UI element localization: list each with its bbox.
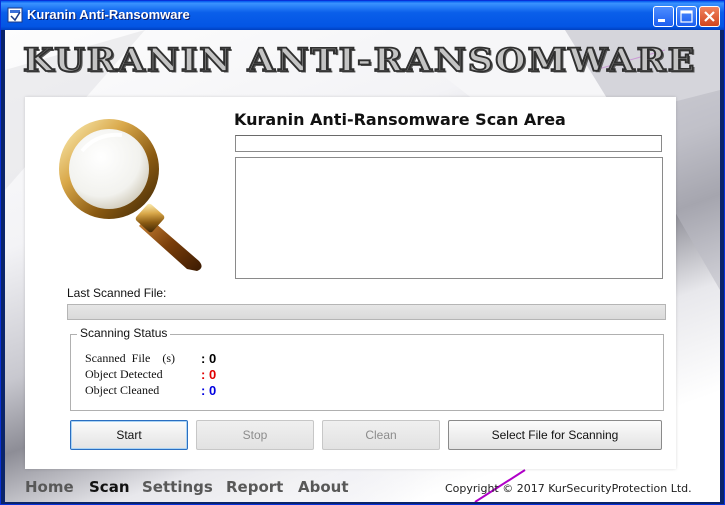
scan-panel: Kuranin Anti-Ransomware Scan Area Last S… — [25, 97, 676, 469]
app-window: Kuranin Anti-Ransomware KURANIN ANTI-RAN… — [0, 0, 725, 505]
nav-about[interactable]: About — [298, 478, 349, 496]
objects-detected-label: Object Detected — [85, 367, 163, 381]
scan-log-area[interactable] — [235, 157, 663, 279]
objects-cleaned-label: Object Cleaned — [85, 383, 160, 397]
magnifying-glass-icon — [47, 111, 207, 271]
minimize-icon — [658, 19, 665, 22]
last-scanned-label: Last Scanned File: — [67, 286, 167, 300]
nav-settings[interactable]: Settings — [142, 478, 213, 496]
start-button[interactable]: Start — [70, 420, 188, 450]
close-icon — [704, 11, 715, 22]
app-banner: KURANIN ANTI-RANSOMWARE — [22, 41, 697, 80]
select-file-button[interactable]: Select File for Scanning — [448, 420, 662, 450]
objects-detected-value: : 0 — [201, 367, 217, 382]
scanned-files-value: : 0 — [201, 351, 217, 366]
maximize-button[interactable] — [676, 6, 697, 27]
scan-area-title: Kuranin Anti-Ransomware Scan Area — [234, 110, 566, 129]
scanning-status-group: Scanning Status Scanned File (s) : 0 Obj… — [70, 326, 664, 411]
app-window-icon[interactable] — [7, 7, 23, 23]
client-area: KURANIN ANTI-RANSOMWARE Kuranin Anti-Ran… — [5, 30, 720, 502]
stop-button[interactable]: Stop — [196, 420, 314, 450]
scanned-files-label: Scanned File (s) — [85, 351, 175, 365]
scan-path-field[interactable] — [235, 135, 662, 152]
copyright-text: Copyright © 2017 KurSecurityProtection L… — [445, 482, 692, 495]
maximize-icon — [680, 10, 693, 23]
title-bar[interactable]: Kuranin Anti-Ransomware — [1, 1, 724, 30]
nav-scan[interactable]: Scan — [89, 478, 130, 496]
scan-progress-bar — [67, 304, 666, 320]
nav-home[interactable]: Home — [25, 478, 74, 496]
close-button[interactable] — [699, 6, 720, 27]
minimize-button[interactable] — [653, 6, 674, 27]
nav-report[interactable]: Report — [226, 478, 283, 496]
objects-cleaned-value: : 0 — [201, 383, 217, 398]
scanning-status-legend: Scanning Status — [77, 326, 171, 340]
clean-button[interactable]: Clean — [322, 420, 440, 450]
window-title: Kuranin Anti-Ransomware — [27, 7, 190, 22]
